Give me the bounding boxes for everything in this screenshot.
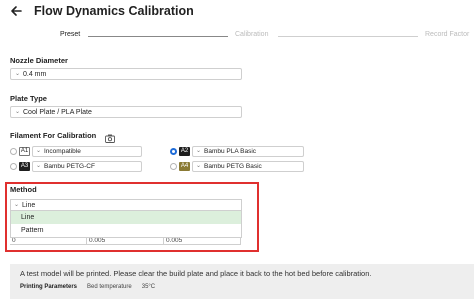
filament-slot-a1[interactable]: A1 ⌄ Incompatible bbox=[10, 145, 142, 157]
step-progress: Preset Calibration Record Factor bbox=[0, 30, 474, 44]
nozzle-value: 0.4 mm bbox=[23, 70, 47, 78]
method-option-line[interactable]: Line bbox=[11, 211, 241, 224]
page-title: Flow Dynamics Calibration bbox=[34, 4, 194, 18]
radio-a3[interactable] bbox=[10, 162, 17, 170]
chevron-down-icon: ⌄ bbox=[196, 148, 202, 154]
filament-name-a1: Incompatible bbox=[44, 147, 81, 155]
camera-icon[interactable] bbox=[105, 130, 115, 143]
bed-temperature-value: 35°C bbox=[141, 284, 156, 290]
method-dropdown: Line Pattern bbox=[10, 210, 242, 238]
filament-select-a1[interactable]: ⌄ Incompatible bbox=[32, 145, 142, 157]
plate-value: Cool Plate / PLA Plate bbox=[23, 108, 92, 116]
radio-a1[interactable] bbox=[10, 147, 17, 155]
filament-slot-a4[interactable]: A4 ⌄ Bambu PETG Basic bbox=[170, 160, 304, 172]
slot-badge-a3: A3 bbox=[19, 161, 30, 171]
filament-name-a2: Bambu PLA Basic bbox=[204, 147, 257, 155]
chevron-down-icon: ⌄ bbox=[196, 163, 202, 169]
filament-label: Filament For Calibration bbox=[10, 131, 97, 140]
nozzle-select[interactable]: ⌄ 0.4 mm bbox=[10, 68, 242, 80]
chevron-down-icon: ⌄ bbox=[36, 163, 42, 169]
slot-badge-a4: A4 bbox=[179, 161, 190, 171]
printing-parameters: Printing Parameters Bed temperature 35°C bbox=[20, 284, 155, 290]
chevron-down-icon: ⌄ bbox=[15, 71, 21, 77]
chevron-down-icon: ⌄ bbox=[14, 202, 20, 208]
step-calibration: Calibration bbox=[235, 31, 269, 38]
method-option-pattern[interactable]: Pattern bbox=[11, 224, 241, 237]
info-panel: A test model will be printed. Please cle… bbox=[10, 264, 474, 299]
filament-name-a4: Bambu PETG Basic bbox=[204, 162, 262, 170]
nozzle-label: Nozzle Diameter bbox=[10, 56, 68, 65]
step-record-factor: Record Factor bbox=[425, 31, 470, 38]
plate-select[interactable]: ⌄ Cool Plate / PLA Plate bbox=[10, 106, 242, 118]
arrow-left-icon[interactable] bbox=[10, 3, 26, 19]
printing-parameters-label: Printing Parameters bbox=[20, 284, 78, 290]
radio-a2[interactable] bbox=[170, 147, 177, 155]
filament-slot-a3[interactable]: A3 ⌄ Bambu PETG-CF bbox=[10, 160, 142, 172]
radio-a4[interactable] bbox=[170, 162, 177, 170]
filament-select-a2[interactable]: ⌄ Bambu PLA Basic bbox=[192, 145, 304, 157]
plate-label: Plate Type bbox=[10, 94, 47, 103]
method-select[interactable]: ⌄ Line bbox=[10, 199, 242, 210]
chevron-down-icon: ⌄ bbox=[36, 148, 42, 154]
title-bar: Flow Dynamics Calibration bbox=[10, 2, 194, 20]
filament-select-a3[interactable]: ⌄ Bambu PETG-CF bbox=[32, 160, 142, 172]
method-label: Method bbox=[10, 185, 37, 194]
step-connector bbox=[278, 36, 418, 37]
method-value: Line bbox=[22, 201, 36, 209]
info-message: A test model will be printed. Please cle… bbox=[20, 269, 372, 278]
slot-badge-a1: A1 bbox=[19, 146, 30, 156]
bed-temperature-label: Bed temperature bbox=[87, 284, 132, 290]
step-connector bbox=[88, 36, 228, 37]
chevron-down-icon: ⌄ bbox=[15, 109, 21, 115]
slot-badge-a2: A2 bbox=[179, 146, 190, 156]
filament-select-a4[interactable]: ⌄ Bambu PETG Basic bbox=[192, 160, 304, 172]
step-preset: Preset bbox=[60, 31, 81, 38]
filament-name-a3: Bambu PETG-CF bbox=[44, 162, 95, 170]
filament-slot-a2[interactable]: A2 ⌄ Bambu PLA Basic bbox=[170, 145, 304, 157]
